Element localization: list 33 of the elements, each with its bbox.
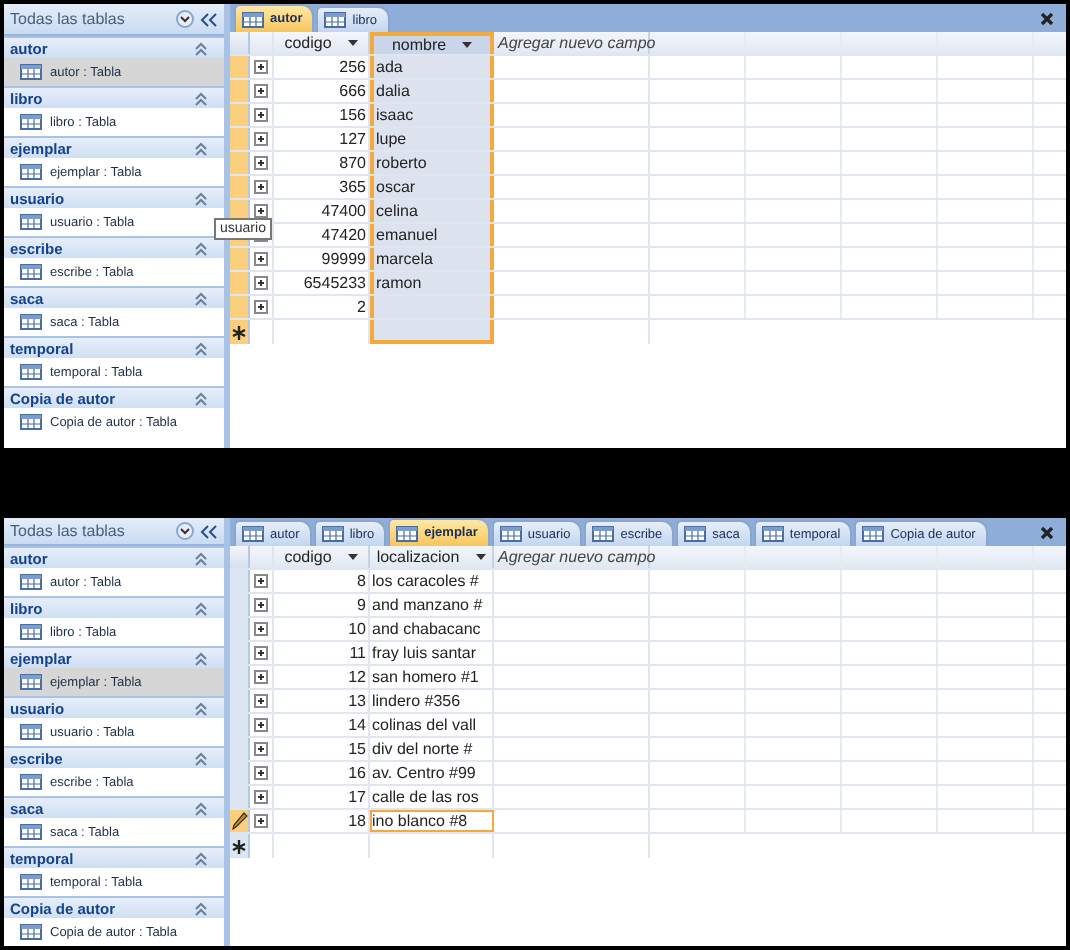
table-cell: 9 <box>274 594 370 616</box>
table-cell: and manzano # <box>370 594 494 616</box>
table-cell: san homero #1 <box>370 666 494 688</box>
table-cell: 12 <box>274 666 370 688</box>
table-cell: colinas del vall <box>370 714 494 736</box>
table-cell: ada <box>370 56 494 78</box>
table-cell: 8 <box>274 570 370 592</box>
table-cell: lindero #356 <box>370 690 494 712</box>
table-cell: lupe <box>370 128 494 150</box>
table-cell: isaac <box>370 104 494 126</box>
table-cell: div del norte # <box>370 738 494 760</box>
table-cell: 10 <box>274 618 370 640</box>
table-cell: roberto <box>370 152 494 174</box>
table-cell: 11 <box>274 642 370 664</box>
table-cell: celina <box>370 200 494 222</box>
table-cell: fray luis santar <box>370 642 494 664</box>
table-cell: marcela <box>370 248 494 270</box>
table-cell: av. Centro #99 <box>370 762 494 784</box>
table-cell: 17 <box>274 786 370 808</box>
table-cell: calle de las ros <box>370 786 494 808</box>
pane-title: Todas las tablas <box>10 522 127 540</box>
table-cell: los caracoles # <box>370 570 494 592</box>
table-cell: ino blanco #8 <box>370 810 494 832</box>
table-cell: and chabacanc <box>370 618 494 640</box>
table-cell: 14 <box>274 714 370 736</box>
table-cell: 15 <box>274 738 370 760</box>
table-cell: ramon <box>370 272 494 294</box>
table-cell: oscar <box>370 176 494 198</box>
table-cell: 13 <box>274 690 370 712</box>
pane-title: Todas las tablas <box>10 10 127 28</box>
table-cell: emanuel <box>370 224 494 246</box>
table-cell: dalia <box>370 80 494 102</box>
table-cell: 16 <box>274 762 370 784</box>
